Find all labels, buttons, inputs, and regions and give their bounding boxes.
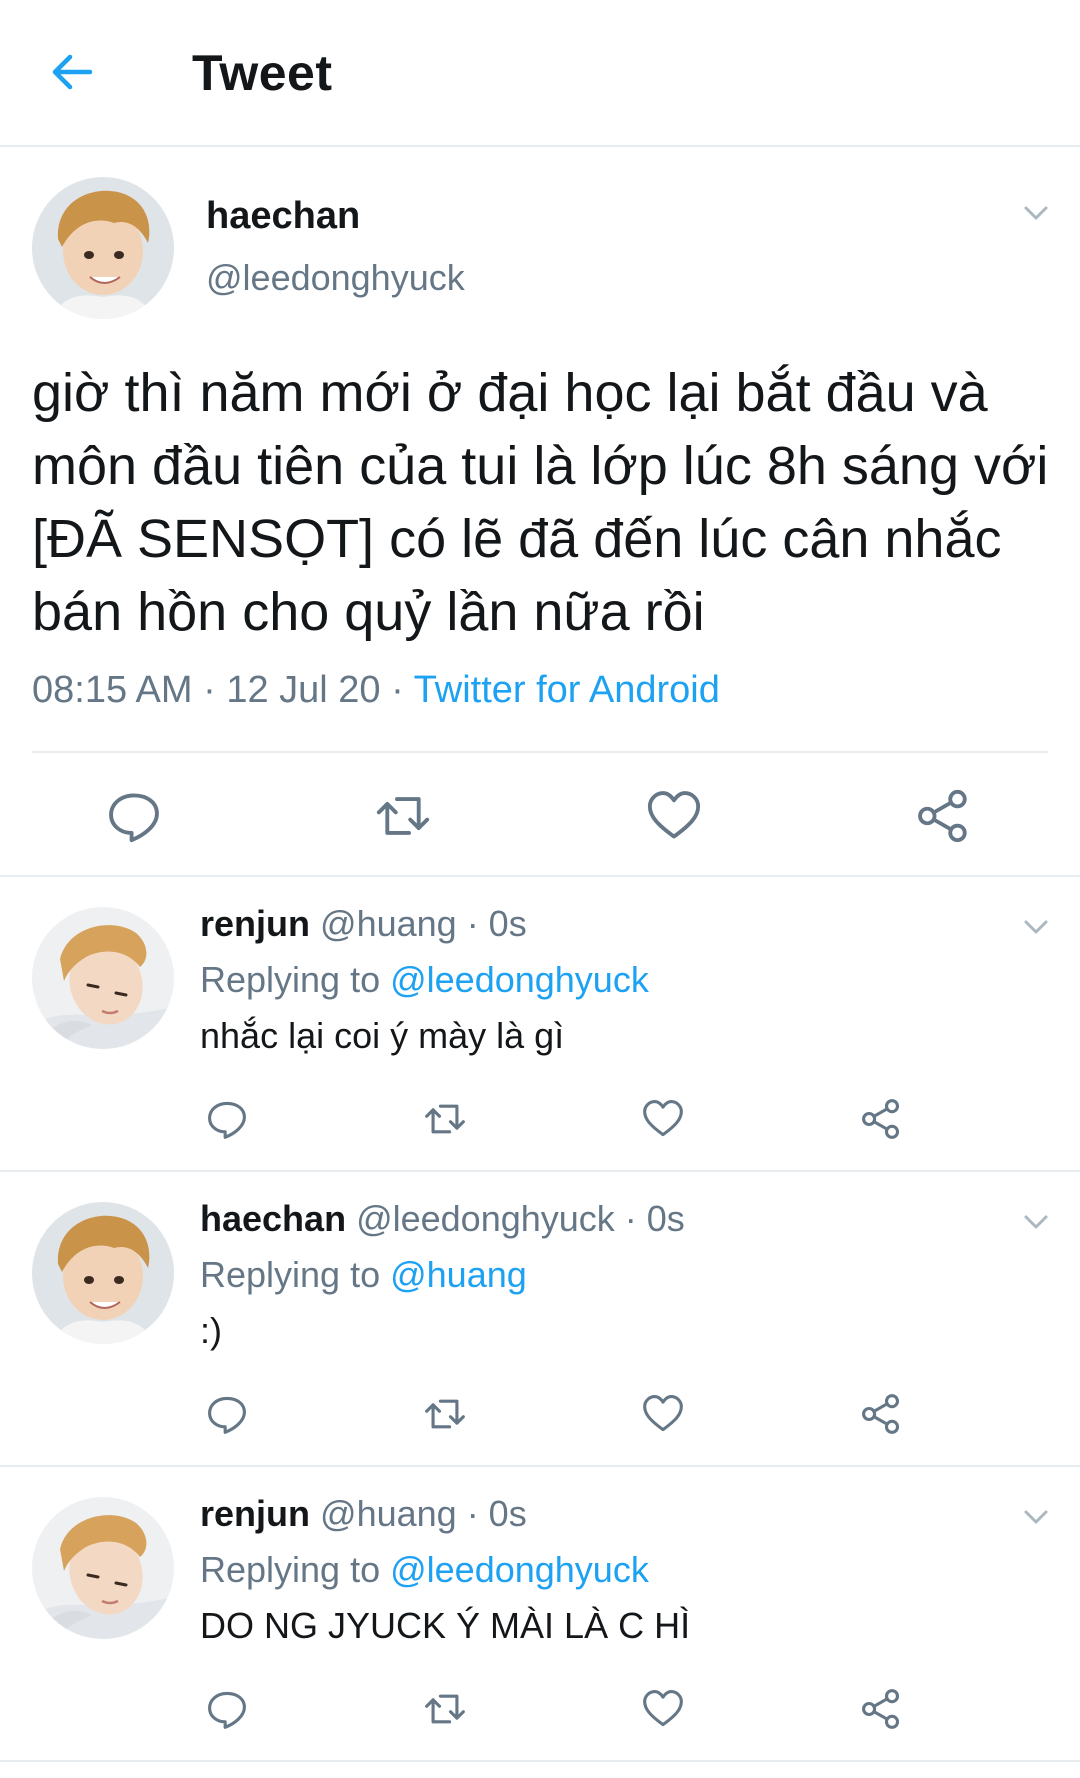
replying-to-link[interactable]: @leedonghyuck [390,1549,649,1590]
author-name[interactable]: haechan [206,195,360,238]
replying-to: Replying to @huang [200,1254,527,1296]
reply-time: · 0s [614,1198,685,1239]
tweet-source-link[interactable]: Twitter for Android [414,669,720,711]
retweet-icon[interactable] [423,1687,467,1731]
share-icon[interactable] [914,787,972,845]
share-icon[interactable] [859,1687,903,1731]
reply-text: :) [200,1310,222,1351]
reply-header: renjun @huang · 0s [200,1493,527,1535]
heart-icon[interactable] [641,1097,685,1141]
author-handle[interactable]: @huang [320,903,457,944]
tweet-meta: 08:15 AM · 12 Jul 20 · Twitter for Andro… [32,669,720,712]
avatar[interactable] [32,177,174,319]
replying-to-label: Replying to [200,1254,391,1295]
chevron-down-icon[interactable] [1020,1206,1052,1238]
chevron-down-icon[interactable] [1020,911,1052,943]
replying-to: Replying to @leedonghyuck [200,1549,649,1591]
replying-to-link[interactable]: @leedonghyuck [390,959,649,1000]
share-icon[interactable] [859,1097,903,1141]
retweet-icon[interactable] [374,787,432,845]
replying-to-link[interactable]: @huang [390,1254,527,1295]
reply-header: haechan @leedonghyuck · 0s [200,1198,685,1240]
author-handle[interactable]: @leedonghyuck [206,257,465,299]
avatar[interactable] [32,1497,174,1639]
share-icon[interactable] [859,1392,903,1436]
top-bar: Tweet [0,0,1080,147]
reply-tweet[interactable]: renjun @huang · 0s Replying to @leedongh… [0,877,1080,1172]
tweet-timestamp: 08:15 AM · 12 Jul 20 · [32,669,414,711]
reply-icon[interactable] [205,1687,249,1731]
heart-icon[interactable] [641,1687,685,1731]
reply-header: renjun @huang · 0s [200,903,527,945]
avatar[interactable] [32,907,174,1049]
replying-to: Replying to @leedonghyuck [200,959,649,1001]
reply-tweet[interactable]: renjun @huang · 0s Replying to @leedongh… [0,1467,1080,1762]
retweet-icon[interactable] [423,1097,467,1141]
tweet-text: giờ thì năm mới ở đại học lại bắt đầu và… [32,363,1049,642]
reply-text: nhắc lại coi ý mày là gì [200,1015,565,1056]
heart-icon[interactable] [645,787,703,845]
author-handle[interactable]: @huang [320,1493,457,1534]
page-title: Tweet [192,45,333,101]
chevron-down-icon[interactable] [1020,197,1052,229]
reply-time: · 0s [456,1493,527,1534]
retweet-icon[interactable] [423,1392,467,1436]
reply-time: · 0s [456,903,527,944]
reply-tweet[interactable]: haechan @leedonghyuck · 0s Replying to @… [0,1172,1080,1467]
back-arrow-icon[interactable] [44,44,100,100]
reply-text: DO NG JYUCK Ý MÀI LÀ C HÌ [200,1605,691,1646]
reply-icon[interactable] [205,1097,249,1141]
author-handle[interactable]: @leedonghyuck [356,1198,615,1239]
chevron-down-icon[interactable] [1020,1501,1052,1533]
reply-icon[interactable] [205,1392,249,1436]
divider [32,751,1048,753]
replying-to-label: Replying to [200,1549,391,1590]
replying-to-label: Replying to [200,959,391,1000]
main-tweet: haechan @leedonghyuck giờ thì năm mới ở … [0,147,1080,877]
avatar[interactable] [32,1202,174,1344]
heart-icon[interactable] [641,1392,685,1436]
author-name[interactable]: renjun [200,1493,310,1534]
reply-icon[interactable] [105,787,163,845]
author-name[interactable]: renjun [200,903,310,944]
author-name[interactable]: haechan [200,1198,346,1239]
